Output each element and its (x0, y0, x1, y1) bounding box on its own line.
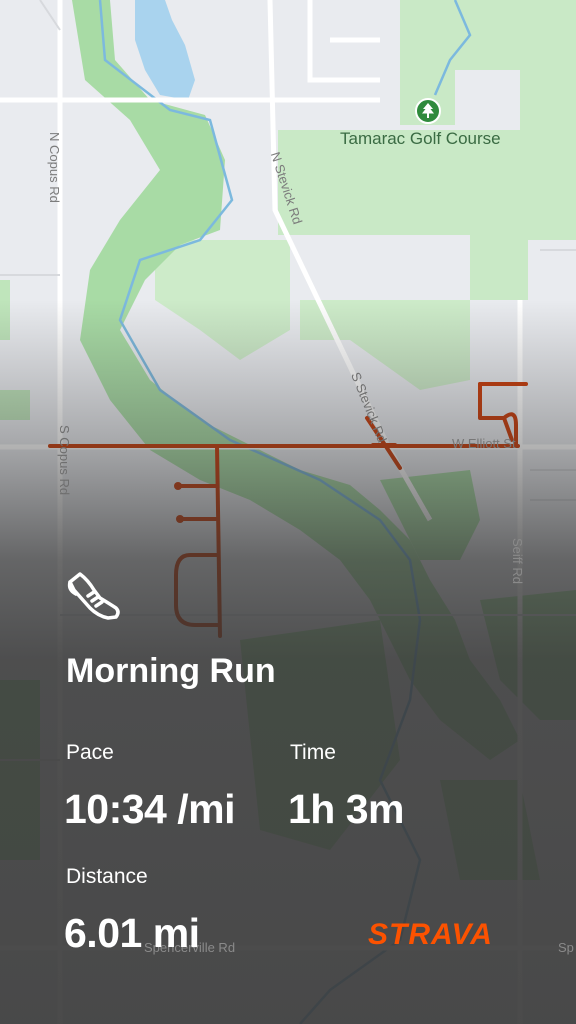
time-value: 1h 3m (288, 786, 405, 832)
poi-label: Tamarac Golf Course (340, 129, 501, 148)
park-area (0, 390, 30, 420)
park-area (0, 680, 40, 860)
strava-logo: STRAVA (368, 918, 493, 951)
park-area (0, 280, 10, 340)
road-label: S Copus Rd (57, 425, 72, 496)
distance-value: 6.01 mi (64, 910, 200, 956)
activity-share-card: N Copus Rd N Stevick Rd S Stevick Rd S C… (0, 0, 576, 1024)
road-label: N Copus Rd (47, 132, 62, 203)
road-label: W Elliott St (452, 436, 516, 451)
golf-course-pin-icon (415, 98, 441, 124)
running-shoe-icon (66, 570, 122, 622)
activity-title: Morning Run (66, 652, 276, 690)
time-label: Time (290, 741, 336, 764)
pace-value: 10:34 /mi (64, 786, 236, 832)
road-label: Seiff Rd (510, 538, 525, 585)
pace-label: Pace (66, 741, 114, 764)
distance-label: Distance (66, 865, 148, 888)
road-label: Sp (558, 940, 574, 955)
